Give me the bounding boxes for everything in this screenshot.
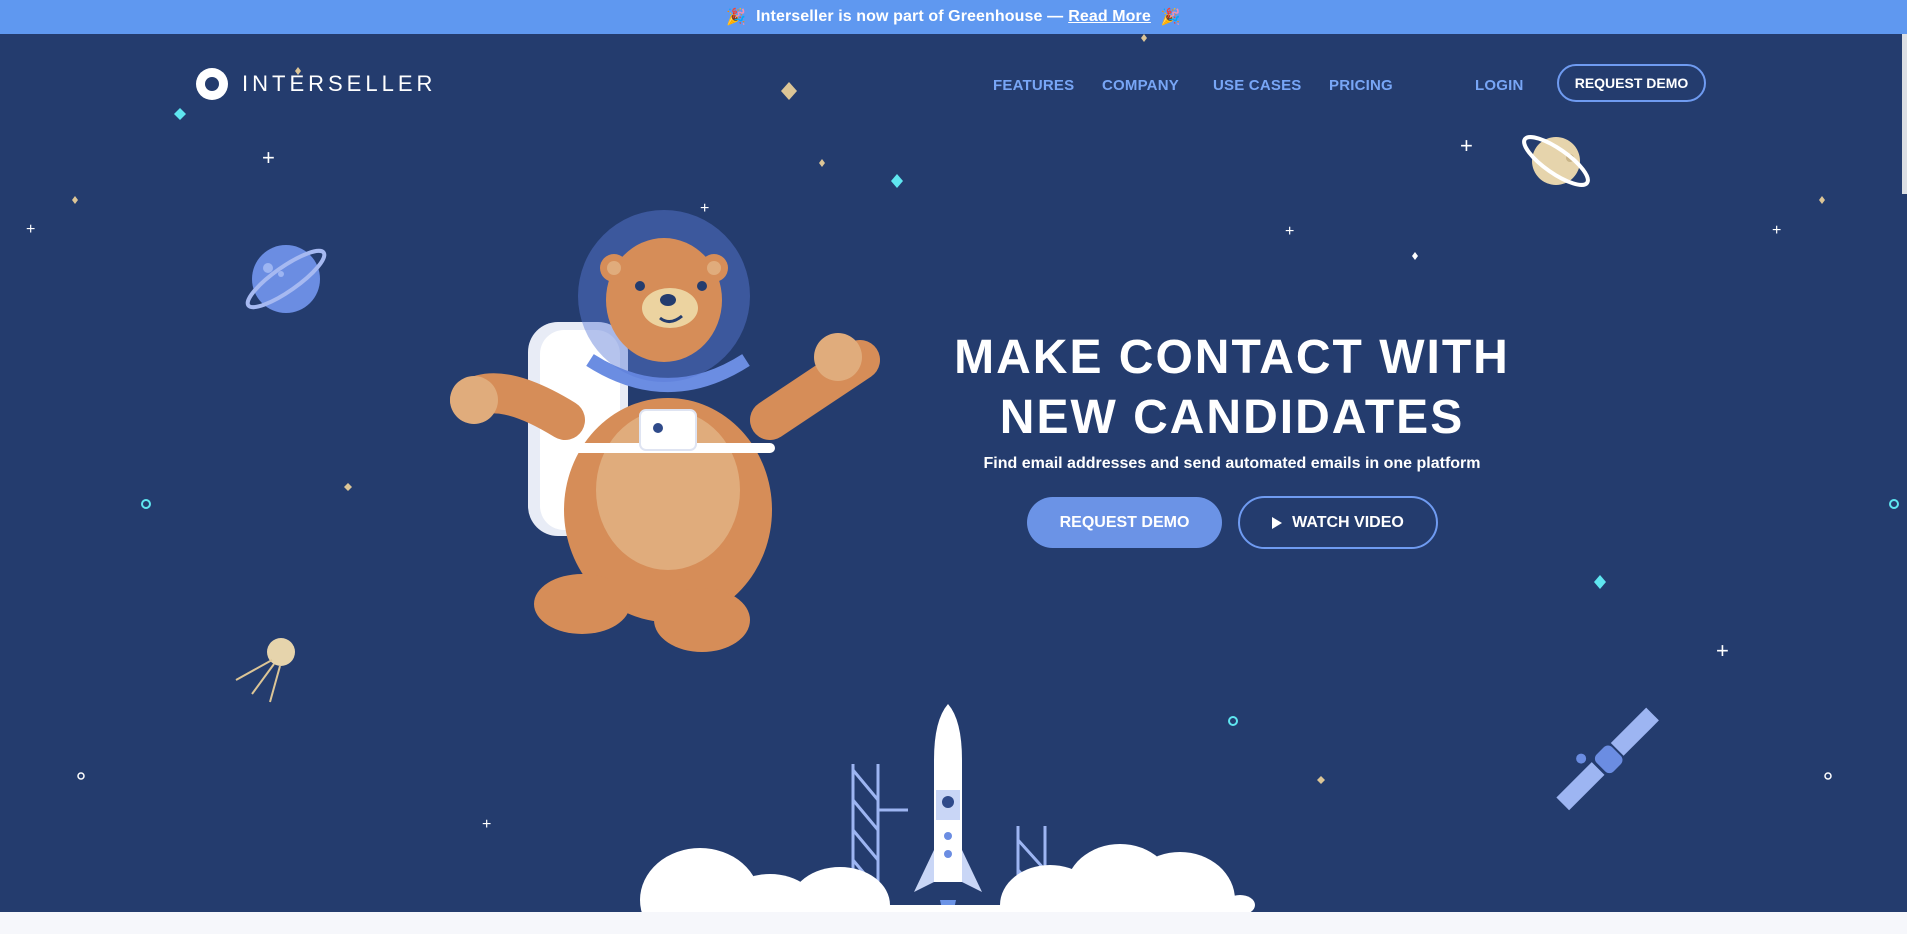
nav-features[interactable]: FEATURES [993,77,1074,94]
star-icon [891,174,903,188]
star-icon: + [1460,133,1473,158]
nav-login[interactable]: LOGIN [1475,77,1524,94]
watch-video-label: WATCH VIDEO [1292,513,1404,531]
star-icon [1889,499,1899,509]
star-icon [819,159,825,167]
hero-request-demo-button[interactable]: REQUEST DEMO [1027,497,1222,548]
star-icon [72,196,78,204]
star-icon: + [700,200,709,217]
space-scene: + + + + + + + + [26,34,1899,934]
party-popper-icon: 🎉 [726,9,747,26]
star-icon: + [1285,223,1294,240]
hero-title: MAKE CONTACT WITH NEW CANDIDATES [900,328,1564,448]
star-icon [1317,776,1325,784]
star-icon [77,772,85,780]
planet-icon [245,245,327,313]
star-icon: + [482,816,491,833]
star-icon: + [1772,222,1781,239]
announcement-text: Interseller is now part of Greenhouse — [756,8,1064,25]
watch-video-button[interactable]: WATCH VIDEO [1238,496,1438,549]
star-icon: + [1716,638,1729,663]
star-icon [1141,34,1147,42]
star-icon [141,499,151,509]
main-nav: FEATURES COMPANY USE CASES PRICING LOGIN… [0,64,1907,104]
sputnik-icon [235,638,295,703]
star-icon [1412,252,1418,260]
party-popper-icon: 🎉 [1160,9,1181,26]
star-icon: + [262,145,275,170]
hero-title-line2: NEW CANDIDATES [999,391,1465,444]
ringed-planet-icon [1522,135,1590,187]
header-request-demo-button[interactable]: REQUEST DEMO [1557,64,1706,102]
star-icon [1228,716,1238,726]
star-icon: + [26,221,35,238]
nav-use-cases[interactable]: USE CASES [1213,77,1302,94]
nav-company[interactable]: COMPANY [1102,77,1179,94]
star-icon [1824,772,1832,780]
star-icon [344,483,352,491]
nav-pricing[interactable]: PRICING [1329,77,1393,94]
hero-title-line1: MAKE CONTACT WITH [954,331,1510,384]
star-icon [1819,196,1825,204]
hero-subtitle: Find email addresses and send automated … [983,455,1481,472]
bear-astronaut-illustration [450,210,880,652]
next-section-edge [0,912,1907,934]
star-icon [174,108,186,120]
play-icon [1272,516,1283,529]
read-more-link[interactable]: Read More [1068,8,1151,26]
rocket-icon [914,704,982,920]
announcement-bar: 🎉 Interseller is now part of Greenhouse … [0,0,1907,34]
satellite-icon [1556,707,1659,811]
star-icon [1594,575,1606,589]
